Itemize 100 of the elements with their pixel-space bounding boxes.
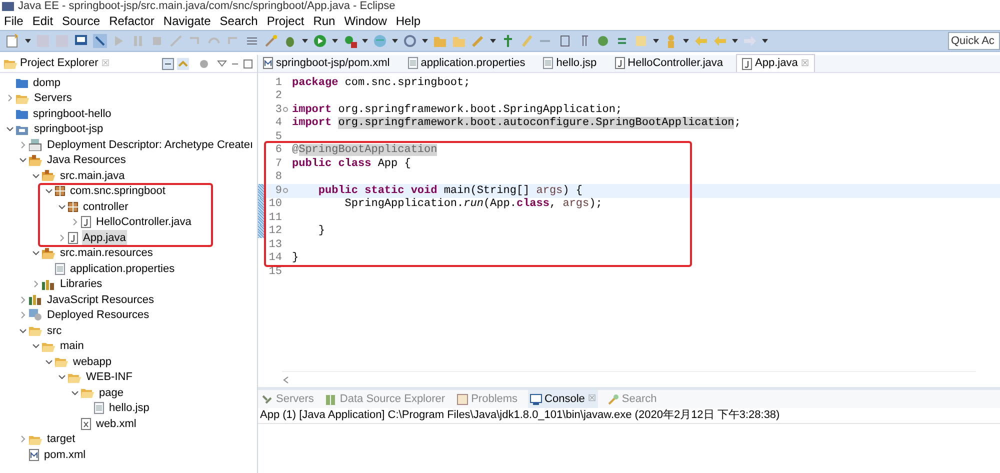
line-number: 2 [275, 89, 282, 104]
editor-tab[interactable]: springboot-jsp/pom.xml [258, 54, 395, 72]
tree-item[interactable]: src [46, 322, 63, 339]
tree-item[interactable]: com.snc.springboot [69, 183, 166, 200]
editor-tab[interactable]: application.properties [402, 54, 530, 72]
tree-item[interactable]: web.xml [95, 416, 138, 432]
tree-item[interactable]: application.properties [69, 260, 176, 277]
gear-icon[interactable] [403, 34, 417, 48]
tree-item[interactable]: pom.xml [43, 446, 87, 462]
dropdown-caret-icon[interactable] [490, 39, 496, 43]
tree-item[interactable]: Java Resources [46, 152, 127, 168]
menu-item[interactable]: Edit [32, 12, 54, 30]
new-icon[interactable] [6, 34, 20, 48]
scroll-left-icon[interactable] [282, 376, 290, 384]
wand-icon[interactable] [264, 34, 278, 48]
code-line: package com.snc.springboot; [291, 76, 470, 90]
run-tools-icon[interactable] [343, 34, 357, 48]
project-icon [16, 124, 29, 135]
tree-item[interactable]: WEB-INF [85, 369, 134, 386]
link-icon[interactable] [93, 34, 107, 48]
run-icon[interactable] [313, 34, 327, 48]
tree-item[interactable]: Libraries [59, 276, 104, 292]
chevron-right-icon[interactable] [19, 311, 27, 320]
line-number: 12 [268, 224, 282, 239]
menu-item[interactable]: Source [62, 12, 100, 30]
chevron-down-icon[interactable] [19, 326, 27, 335]
menu-item[interactable]: File [4, 12, 24, 30]
fold-icon[interactable] [283, 107, 288, 112]
tree-item[interactable]: Servers [33, 90, 73, 106]
chevron-down-icon[interactable] [58, 202, 66, 211]
tree-item[interactable]: Deployed Resources [46, 307, 150, 324]
line-number: 6 [275, 143, 282, 158]
folder-icon [29, 325, 42, 336]
line-number: 7 [275, 156, 282, 172]
menu-item[interactable]: Refactor [109, 12, 154, 30]
editor-tab[interactable]: hello.jsp [538, 54, 602, 72]
menu-item[interactable]: Search [220, 12, 258, 30]
folder-icon [42, 340, 55, 352]
tree-item[interactable]: springboot-jsp [33, 121, 104, 138]
chevron-down-icon[interactable] [6, 125, 14, 134]
tree-item[interactable]: controller [82, 198, 130, 215]
chevron-right-icon[interactable] [32, 280, 40, 288]
dropdown-caret-icon[interactable] [422, 39, 428, 43]
chevron-right-icon[interactable] [58, 234, 66, 242]
tree-item[interactable]: App.java [82, 230, 127, 246]
chevron-right-icon[interactable] [19, 140, 27, 149]
tree-item[interactable]: hello.jsp [108, 400, 150, 416]
menu-item[interactable]: Run [313, 12, 336, 30]
dropdown-caret-icon[interactable] [362, 39, 368, 43]
chevron-down-icon[interactable] [19, 156, 27, 164]
tree-item[interactable]: domp [32, 74, 62, 91]
collapse-all-icon[interactable] [162, 58, 174, 70]
chevron-down-icon[interactable] [58, 373, 66, 382]
dropdown-caret-icon[interactable] [392, 39, 398, 43]
chevron-right-icon[interactable] [19, 435, 27, 444]
dropdown-caret-icon[interactable] [762, 39, 768, 43]
panel-title[interactable]: Project Explorer [20, 55, 98, 72]
menu-item[interactable]: Navigate [163, 12, 211, 30]
menu-item[interactable]: Project [266, 12, 304, 30]
file-icon [55, 262, 65, 275]
maximize-icon[interactable] [243, 58, 253, 68]
dropdown-caret-icon[interactable] [653, 39, 659, 43]
line-number: 3 [275, 102, 282, 118]
tree-item[interactable]: src.main.resources [59, 245, 154, 262]
monitor-icon[interactable] [74, 34, 88, 48]
pencil-icon[interactable] [471, 34, 485, 48]
deployed-icon [29, 309, 42, 322]
menu-item[interactable]: Window [344, 12, 387, 30]
menu-item[interactable]: Help [396, 12, 421, 30]
dropdown-caret-icon[interactable] [732, 39, 738, 43]
chevron-down-icon[interactable] [45, 358, 53, 366]
fold-icon[interactable] [283, 188, 288, 194]
dropdown-caret-icon[interactable] [302, 39, 308, 43]
tree-item[interactable]: JavaScript Resources [46, 292, 155, 308]
view-menu-icon[interactable] [217, 60, 227, 68]
tree-item[interactable]: HelloController.java [95, 214, 192, 230]
chevron-right-icon[interactable] [6, 94, 14, 102]
line-number: 1 [275, 76, 282, 90]
chevron-down-icon[interactable] [71, 388, 79, 397]
editor-tab[interactable]: App.java ☒ [736, 54, 815, 72]
tree-item[interactable]: src.main.java [59, 168, 126, 184]
dropdown-caret-icon[interactable] [25, 39, 31, 43]
tree-item[interactable]: target [46, 431, 76, 448]
editor-tab[interactable]: HelloController.java [610, 54, 728, 72]
dropdown-caret-icon[interactable] [683, 39, 689, 43]
chevron-right-icon[interactable] [71, 218, 79, 226]
panel-tab[interactable]: Console ☒ [528, 390, 598, 408]
chevron-down-icon[interactable] [45, 187, 53, 196]
tree-item[interactable]: page [98, 384, 124, 401]
tree-item[interactable]: springboot-hello [32, 106, 112, 122]
tree-item[interactable]: main [59, 338, 85, 354]
quick-access-field[interactable]: Quick Ac [948, 32, 1000, 50]
tree-item[interactable]: webapp [72, 354, 113, 370]
dropdown-caret-icon[interactable] [332, 39, 338, 43]
tree-item[interactable]: Deployment Descriptor: Archetype Createı [46, 136, 254, 153]
chevron-down-icon[interactable] [32, 249, 40, 258]
chevron-down-icon[interactable] [32, 342, 40, 350]
chevron-down-icon[interactable] [32, 172, 40, 180]
chevron-right-icon[interactable] [19, 296, 27, 304]
folder-icon [16, 77, 28, 88]
